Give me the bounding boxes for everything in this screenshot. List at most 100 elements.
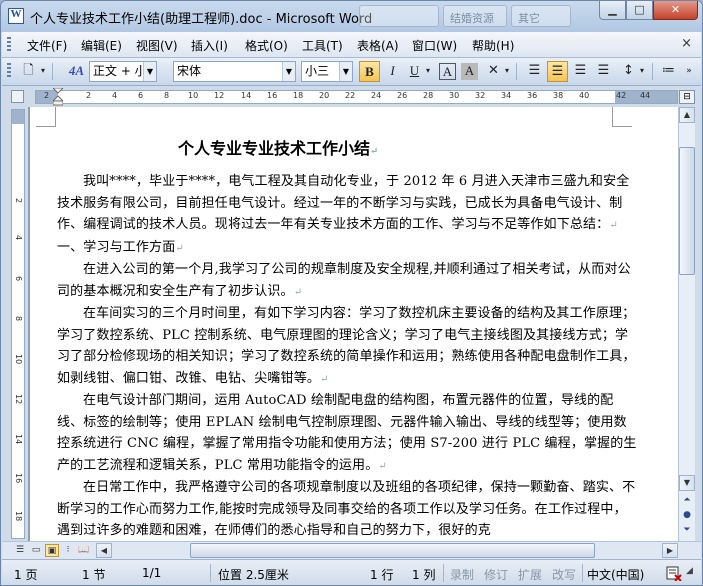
status-record-macro[interactable]: 录制 [450,566,474,583]
title-bar[interactable]: 个人专业技术工作小结(助理工程师).doc - Microsoft Word 结… [1,1,702,32]
reading-layout-view-icon[interactable]: 📖 [77,544,91,557]
ruler-tick: 20 [319,91,330,100]
indent-marker-icon[interactable] [53,88,63,106]
style-select[interactable]: 正文 + 小三 ▼ [89,61,157,82]
scroll-down-icon[interactable]: ▼ [679,475,695,491]
numbering-icon[interactable]: ≔ [658,61,679,82]
font-size-select[interactable]: 小三 ▼ [301,61,353,82]
next-page-icon[interactable]: ⏷ [681,525,693,535]
toolbar-options-icon[interactable]: » [682,61,696,82]
ruler-tick: 12 [214,91,225,100]
styles-formatting-icon[interactable]: 4A [66,61,87,82]
chevron-down-icon: ▼ [282,62,295,81]
status-page[interactable]: 1 页 [14,566,37,583]
vertical-ruler[interactable]: 2 4 6 8 10 12 14 16 18 [11,109,25,539]
paragraph-mark-icon: ↵ [293,286,303,298]
resize-grip-icon[interactable]: ◢ [686,566,693,576]
ruler-tick: 34 [501,91,512,100]
outline-view-icon[interactable]: ⁝ [61,544,75,557]
select-browse-object-icon[interactable]: ● [681,510,693,520]
previous-page-icon[interactable]: ⏶ [681,495,693,505]
horizontal-scroll-thumb[interactable] [190,543,595,558]
ruler-tick: 26 [397,91,408,100]
paragraph[interactable]: 在车间实习的三个月时间里，有如下学习内容：学习了数控机床主要设备的结构及其工作原… [57,303,637,390]
scaling-dropdown-icon[interactable]: ▾ [502,61,512,82]
normal-view-icon[interactable]: ☰ [13,544,27,557]
close-window-button[interactable]: ✕ [653,1,698,20]
menu-grip-handle[interactable] [7,37,11,53]
paragraph[interactable]: 我叫****，毕业于****，电气工程及其自动化专业，于 2012 年 6 月进… [57,171,637,237]
ruler-tick: 30 [449,91,460,100]
background-tab-2[interactable]: 结婚资源 [443,5,507,27]
status-track-changes[interactable]: 修订 [484,566,508,583]
menu-table[interactable]: 表格(A) [357,37,399,54]
scroll-up-icon[interactable]: ▲ [679,107,695,123]
menu-tools[interactable]: 工具(T) [302,37,343,54]
web-layout-view-icon[interactable]: ▭ [29,544,43,557]
horizontal-ruler[interactable]: 2 2 4 6 8 10 12 14 16 18 20 22 24 26 28 … [35,88,678,106]
status-overtype[interactable]: 改写 [552,566,576,583]
spelling-check-icon[interactable] [666,565,682,581]
ruler-tick: 36 [527,91,538,100]
new-document-icon[interactable]: 🗋 [18,61,39,82]
background-tab-1[interactable] [359,5,439,27]
align-center-icon[interactable]: ☰ [547,61,568,82]
scroll-left-icon[interactable]: ◀ [96,543,112,558]
status-position[interactable]: 位置 2.5厘米 [218,566,289,583]
ruler-toggle-icon[interactable]: ⊟ [679,90,695,104]
paragraph[interactable]: 在日常工作中，我严格遵守公司的各项规章制度以及班组的各项纪律，保持一颗勤奋、踏实… [57,477,637,541]
line-spacing-icon[interactable]: ↕ [618,61,639,82]
status-page-of[interactable]: 1/1 [142,566,161,580]
status-section[interactable]: 1 节 [82,566,105,583]
align-left-icon[interactable]: ☰ [524,61,545,82]
document-page[interactable]: 个人专业专业技术工作小结↵ 我叫****，毕业于****，电气工程及其自动化专业… [30,107,678,541]
status-language[interactable]: 中文(中国) [587,566,644,583]
italic-button[interactable]: I [382,61,403,82]
chevron-down-icon: ▼ [339,62,352,81]
tab-selector-icon[interactable] [11,90,24,103]
justify-icon[interactable]: ☰ [593,61,614,82]
maximize-button[interactable]: □ [626,1,653,20]
new-dropdown-icon[interactable]: ▾ [38,61,48,82]
background-tab-3[interactable]: 其它 [511,5,571,27]
character-border-button[interactable]: A [439,63,456,80]
status-bar: 1 页 1 节 1/1 位置 2.5厘米 1 行 1 列 录制 修订 扩展 改写… [2,559,701,585]
ruler-tick: 44 [640,91,651,100]
character-scaling-icon[interactable]: ✕ [483,61,504,82]
paragraph[interactable]: 在电气设计部门期间，运用 AutoCAD 绘制配电盘的结构图，布置元器件的位置，… [57,390,637,477]
document-body[interactable]: 我叫****，毕业于****，电气工程及其自动化专业，于 2012 年 6 月进… [57,171,637,541]
word-app-icon[interactable] [8,8,24,24]
line-spacing-dropdown-icon[interactable]: ▾ [637,61,647,82]
minimize-button[interactable]: ▁ [599,1,626,20]
vertical-scroll-thumb[interactable] [679,147,695,275]
vertical-ruler-tick: 14 [14,434,23,445]
status-extend-selection[interactable]: 扩展 [518,566,542,583]
toolbar-grip-handle[interactable] [7,63,11,79]
menu-edit[interactable]: 编辑(E) [81,37,122,54]
font-select[interactable]: 宋体 ▼ [173,61,296,82]
font-size-value: 小三 [305,64,330,78]
menu-format[interactable]: 格式(O) [245,37,288,54]
section-heading[interactable]: 一、学习与工作方面↵ [57,237,637,260]
underline-button[interactable]: U [404,61,425,82]
vertical-ruler-tick: 4 [14,235,23,241]
formatting-toolbar: 🗋 ▾ 4A 正文 + 小三 ▼ 宋体 ▼ 小三 ▼ B I U ▾ A A ✕… [2,58,701,86]
paragraph-text: 在进入公司的第一个月,我学习了公司的规章制度及安全规程,并顺利通过了相关考试，从… [57,262,631,299]
print-layout-view-icon[interactable]: ▣ [45,544,59,557]
menu-file[interactable]: 文件(F) [27,37,67,54]
document-title[interactable]: 个人专业专业技术工作小结↵ [30,135,678,159]
scroll-right-icon[interactable]: ▶ [662,543,678,558]
menu-insert[interactable]: 插入(I) [191,37,228,54]
paragraph[interactable]: 在进入公司的第一个月,我学习了公司的规章制度及安全规程,并顺利通过了相关考试，从… [57,259,637,303]
bold-button[interactable]: B [359,61,380,82]
menu-window[interactable]: 窗口(W) [412,37,457,54]
status-line[interactable]: 1 行 [370,566,393,583]
underline-dropdown-icon[interactable]: ▾ [423,61,433,82]
character-shading-button[interactable]: A [461,63,478,80]
vertical-scrollbar[interactable]: ▲ ▼ ⏶ ● ⏷ [678,107,695,541]
menu-view[interactable]: 视图(V) [136,37,178,54]
status-column[interactable]: 1 列 [412,566,435,583]
align-right-icon[interactable]: ☰ [570,61,591,82]
close-document-icon[interactable]: × [681,36,692,51]
menu-help[interactable]: 帮助(H) [472,37,514,54]
